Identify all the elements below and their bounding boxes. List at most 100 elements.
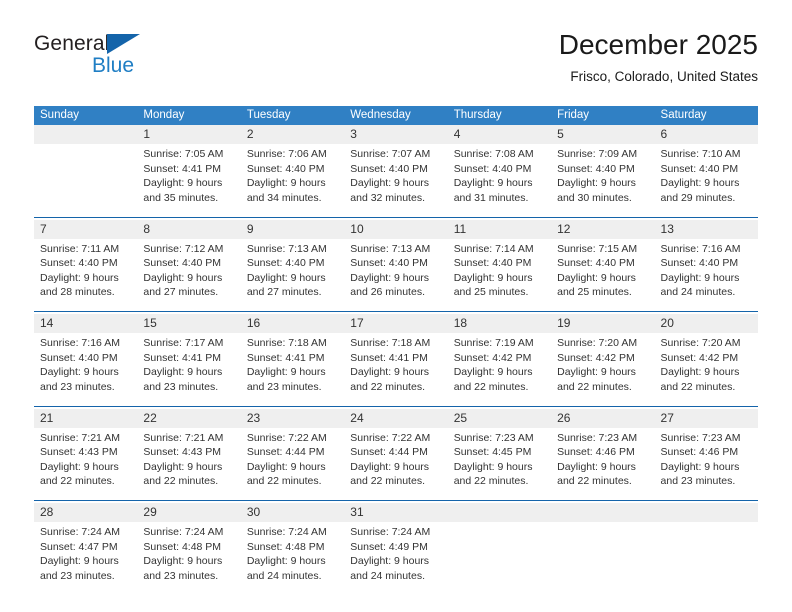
day-cell[interactable]: Sunrise: 7:17 AM Sunset: 4:41 PM Dayligh… xyxy=(137,333,241,406)
daylight-text-line1: Daylight: 9 hours xyxy=(40,271,119,284)
date-number[interactable]: 15 xyxy=(137,314,241,333)
sunrise-text: Sunrise: 7:19 AM xyxy=(453,337,534,349)
date-number[interactable]: 4 xyxy=(447,125,552,144)
day-cell[interactable]: Sunrise: 7:22 AM Sunset: 4:44 PM Dayligh… xyxy=(240,427,345,501)
date-number[interactable]: 31 xyxy=(344,503,448,522)
day-cell[interactable]: Sunrise: 7:10 AM Sunset: 4:40 PM Dayligh… xyxy=(654,144,758,217)
date-number[interactable]: 26 xyxy=(551,408,655,428)
date-number[interactable]: 5 xyxy=(551,125,655,144)
sunset-text: Sunset: 4:46 PM xyxy=(557,446,635,459)
day-cell[interactable]: Sunrise: 7:24 AM Sunset: 4:49 PM Dayligh… xyxy=(344,522,448,590)
sunset-text: Sunset: 4:40 PM xyxy=(453,257,532,270)
date-number[interactable]: 1 xyxy=(137,125,241,144)
daylight-text-line1: Daylight: 9 hours xyxy=(660,177,740,190)
weekday-header-saturday: Saturday xyxy=(654,106,758,125)
date-number[interactable]: 24 xyxy=(344,408,448,428)
sunrise-text: Sunrise: 7:21 AM xyxy=(143,431,224,444)
date-number[interactable]: 7 xyxy=(34,219,138,239)
date-number[interactable]: 23 xyxy=(240,408,345,428)
date-number[interactable]: 25 xyxy=(447,408,552,428)
week-4-info-row: Sunrise: 7:21 AM Sunset: 4:43 PM Dayligh… xyxy=(34,427,758,501)
daylight-text-line2: and 23 minutes. xyxy=(660,475,736,488)
day-cell[interactable]: Sunrise: 7:07 AM Sunset: 4:40 PM Dayligh… xyxy=(344,144,448,217)
date-number[interactable]: 20 xyxy=(654,314,758,333)
blue-triangle-icon xyxy=(107,34,140,54)
day-cell[interactable]: Sunrise: 7:12 AM Sunset: 4:40 PM Dayligh… xyxy=(137,238,241,312)
date-number[interactable]: 9 xyxy=(240,219,345,239)
date-number[interactable]: 2 xyxy=(240,125,345,144)
date-number[interactable]: 6 xyxy=(654,125,758,144)
day-cell[interactable]: Sunrise: 7:16 AM Sunset: 4:40 PM Dayligh… xyxy=(34,333,138,406)
day-cell[interactable]: Sunrise: 7:06 AM Sunset: 4:40 PM Dayligh… xyxy=(240,144,345,217)
daylight-text-line1: Daylight: 9 hours xyxy=(557,366,636,379)
general-blue-logo[interactable]: General Blue xyxy=(34,32,244,90)
day-cell[interactable]: Sunrise: 7:23 AM Sunset: 4:46 PM Dayligh… xyxy=(551,427,655,501)
date-number[interactable]: 21 xyxy=(34,408,138,428)
date-number[interactable]: 19 xyxy=(551,314,655,333)
day-cell[interactable]: Sunrise: 7:19 AM Sunset: 4:42 PM Dayligh… xyxy=(447,333,552,406)
sunrise-text: Sunrise: 7:24 AM xyxy=(143,526,224,538)
day-cell[interactable]: Sunrise: 7:16 AM Sunset: 4:40 PM Dayligh… xyxy=(654,238,758,312)
sunrise-text: Sunrise: 7:06 AM xyxy=(246,148,327,160)
day-cell[interactable]: Sunrise: 7:09 AM Sunset: 4:40 PM Dayligh… xyxy=(551,144,655,217)
date-number[interactable]: 8 xyxy=(137,219,241,239)
date-number[interactable]: 13 xyxy=(654,219,758,239)
sunrise-text: Sunrise: 7:24 AM xyxy=(350,526,431,538)
sunset-text: Sunset: 4:41 PM xyxy=(143,162,222,175)
date-number[interactable]: 12 xyxy=(551,219,655,239)
date-number[interactable]: 3 xyxy=(344,125,448,144)
daylight-text-line2: and 22 minutes. xyxy=(143,475,219,488)
date-number[interactable]: 10 xyxy=(344,219,448,239)
date-number[interactable]: 11 xyxy=(447,219,552,239)
sunset-text: Sunset: 4:41 PM xyxy=(350,351,428,364)
sunrise-text: Sunrise: 7:15 AM xyxy=(557,242,638,255)
day-cell[interactable]: Sunrise: 7:11 AM Sunset: 4:40 PM Dayligh… xyxy=(34,238,138,312)
day-cell[interactable]: Sunrise: 7:23 AM Sunset: 4:46 PM Dayligh… xyxy=(654,427,758,501)
weekday-header-friday: Friday xyxy=(551,106,655,125)
day-cell[interactable]: Sunrise: 7:23 AM Sunset: 4:45 PM Dayligh… xyxy=(447,427,552,501)
date-number[interactable]: 16 xyxy=(240,314,345,333)
sunrise-text: Sunrise: 7:22 AM xyxy=(350,431,431,444)
day-cell[interactable]: Sunrise: 7:18 AM Sunset: 4:41 PM Dayligh… xyxy=(344,333,448,406)
day-cell[interactable]: Sunrise: 7:24 AM Sunset: 4:48 PM Dayligh… xyxy=(137,522,241,590)
date-number[interactable]: 27 xyxy=(654,408,758,428)
daylight-text-line1: Daylight: 9 hours xyxy=(246,555,326,568)
day-cell[interactable]: Sunrise: 7:21 AM Sunset: 4:43 PM Dayligh… xyxy=(34,427,138,501)
logo-text-blue: Blue xyxy=(92,54,135,77)
date-number[interactable]: 14 xyxy=(34,314,138,333)
daylight-text-line2: and 24 minutes. xyxy=(246,569,322,582)
weekday-header-row: Sunday Monday Tuesday Wednesday Thursday… xyxy=(34,106,758,125)
daylight-text-line2: and 24 minutes. xyxy=(350,569,425,582)
day-cell[interactable]: Sunrise: 7:21 AM Sunset: 4:43 PM Dayligh… xyxy=(137,427,241,501)
day-cell[interactable]: Sunrise: 7:13 AM Sunset: 4:40 PM Dayligh… xyxy=(344,238,448,312)
date-number[interactable]: 30 xyxy=(240,503,345,522)
daylight-text-line2: and 31 minutes. xyxy=(453,191,529,204)
day-cell[interactable]: Sunrise: 7:13 AM Sunset: 4:40 PM Dayligh… xyxy=(240,238,345,312)
day-cell xyxy=(34,144,138,217)
day-cell[interactable]: Sunrise: 7:14 AM Sunset: 4:40 PM Dayligh… xyxy=(447,238,552,312)
daylight-text-line1: Daylight: 9 hours xyxy=(143,271,223,284)
day-cell[interactable]: Sunrise: 7:24 AM Sunset: 4:47 PM Dayligh… xyxy=(34,522,138,590)
daylight-text-line1: Daylight: 9 hours xyxy=(453,271,533,284)
date-number[interactable]: 17 xyxy=(344,314,448,333)
day-cell[interactable]: Sunrise: 7:05 AM Sunset: 4:41 PM Dayligh… xyxy=(137,144,241,217)
daylight-text-line1: Daylight: 9 hours xyxy=(246,460,326,473)
weekday-header-wednesday: Wednesday xyxy=(344,106,448,125)
day-cell[interactable]: Sunrise: 7:22 AM Sunset: 4:44 PM Dayligh… xyxy=(344,427,448,501)
daylight-text-line1: Daylight: 9 hours xyxy=(453,460,533,473)
day-cell[interactable]: Sunrise: 7:24 AM Sunset: 4:48 PM Dayligh… xyxy=(240,522,345,590)
day-cell[interactable]: Sunrise: 7:20 AM Sunset: 4:42 PM Dayligh… xyxy=(551,333,655,406)
day-cell[interactable]: Sunrise: 7:15 AM Sunset: 4:40 PM Dayligh… xyxy=(551,238,655,312)
day-cell xyxy=(447,522,552,590)
page-subtitle: Frisco, Colorado, United States xyxy=(570,69,758,84)
date-number[interactable]: 18 xyxy=(447,314,552,333)
date-number[interactable]: 22 xyxy=(137,408,241,428)
date-number[interactable]: 28 xyxy=(34,503,138,522)
sunset-text: Sunset: 4:40 PM xyxy=(660,162,739,175)
day-cell[interactable]: Sunrise: 7:20 AM Sunset: 4:42 PM Dayligh… xyxy=(654,333,758,406)
date-number[interactable]: 29 xyxy=(137,503,241,522)
day-cell[interactable]: Sunrise: 7:18 AM Sunset: 4:41 PM Dayligh… xyxy=(240,333,345,406)
day-cell xyxy=(654,522,758,590)
daylight-text-line2: and 23 minutes. xyxy=(40,569,115,582)
day-cell[interactable]: Sunrise: 7:08 AM Sunset: 4:40 PM Dayligh… xyxy=(447,144,552,217)
